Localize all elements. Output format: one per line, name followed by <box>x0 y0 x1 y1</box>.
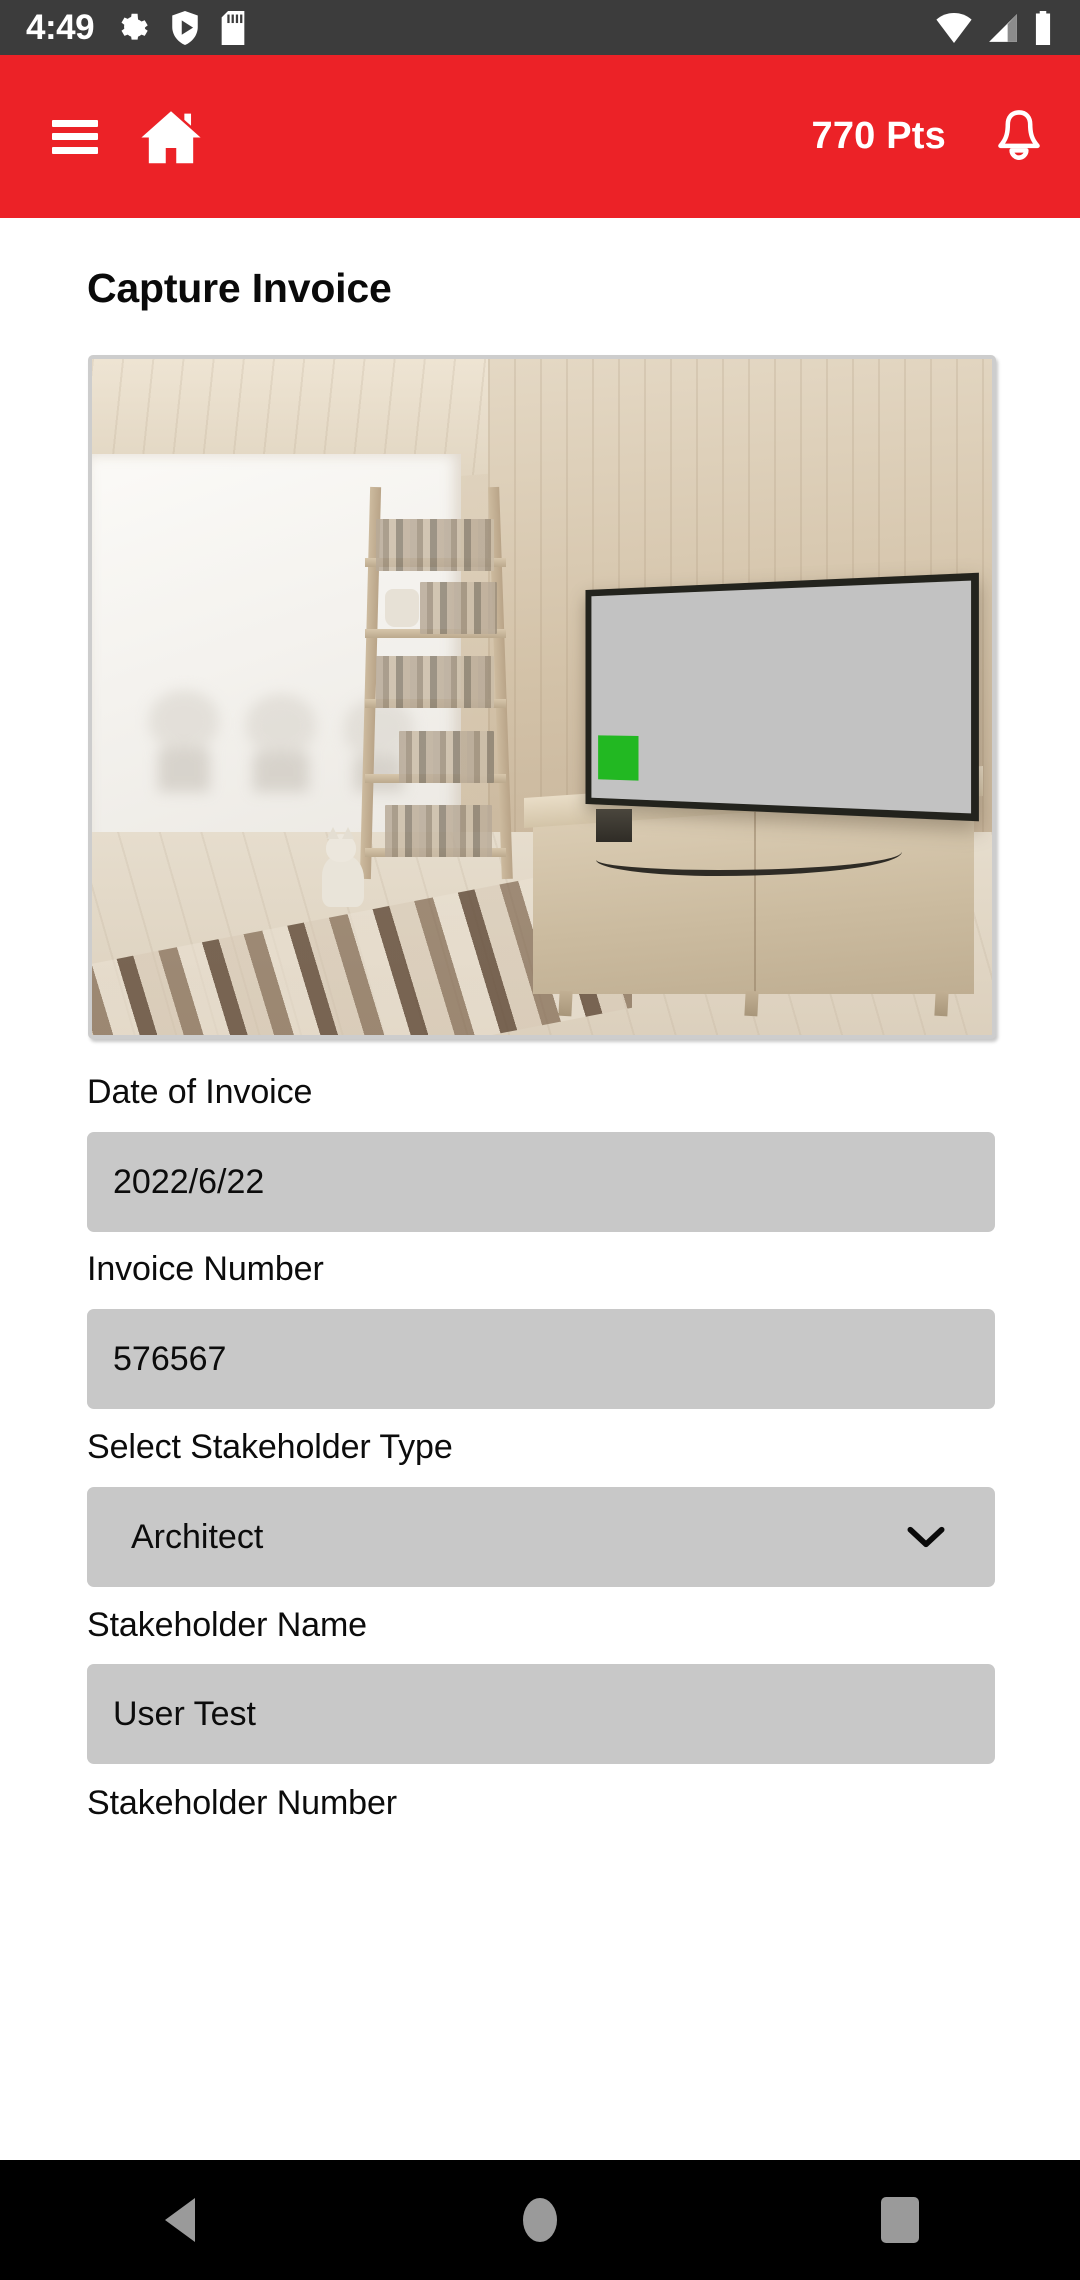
shield-play-icon <box>172 10 198 45</box>
hamburger-menu-icon[interactable] <box>52 119 98 154</box>
home-icon[interactable] <box>140 108 202 166</box>
page-title: Capture Invoice <box>87 265 392 311</box>
back-button[interactable] <box>0 2198 360 2242</box>
invoice-image-preview[interactable] <box>88 355 996 1039</box>
cellular-signal-icon <box>989 13 1017 42</box>
label-date-of-invoice: Date of Invoice <box>87 1073 313 1111</box>
label-invoice-number: Invoice Number <box>87 1250 324 1288</box>
invoice-photo <box>92 359 992 1035</box>
ladder-shelf <box>359 487 513 880</box>
recents-square-icon <box>881 2197 919 2243</box>
value-date-of-invoice: 2022/6/22 <box>113 1162 265 1201</box>
recent-apps-button[interactable] <box>720 2197 1080 2243</box>
input-date-of-invoice[interactable]: 2022/6/22 <box>87 1132 995 1232</box>
home-button[interactable] <box>360 2198 720 2242</box>
status-bar-system-icons <box>934 10 1054 45</box>
value-stakeholder-name: User Test <box>113 1694 256 1733</box>
status-bar-clock: 4:49 <box>26 7 95 47</box>
back-triangle-icon <box>165 2198 195 2242</box>
phone-screen: 4:49 770 Pts Capture Invoice Date of Inv… <box>0 0 1080 2280</box>
tv-test-pattern <box>585 572 979 822</box>
status-bar-notification-icons <box>116 10 246 45</box>
home-circle-icon <box>523 2198 557 2242</box>
label-stakeholder-type: Select Stakeholder Type <box>87 1428 453 1466</box>
chevron-down-icon[interactable] <box>905 1516 947 1558</box>
value-invoice-number: 576567 <box>113 1339 227 1378</box>
input-stakeholder-name[interactable]: User Test <box>87 1664 995 1764</box>
gear-icon <box>121 13 148 40</box>
cat-figure <box>321 826 364 907</box>
select-stakeholder-type[interactable]: Architect <box>87 1487 995 1587</box>
input-invoice-number[interactable]: 576567 <box>87 1309 995 1409</box>
main-content: Capture Invoice Date of Invoice 2022/6/2… <box>0 218 1080 2160</box>
green-calibration-square <box>597 735 638 782</box>
app-bar: 770 Pts <box>0 55 1080 218</box>
wifi-icon <box>936 12 972 43</box>
bell-icon[interactable] <box>992 109 1046 165</box>
points-balance: 770 Pts <box>811 115 946 157</box>
battery-icon <box>1035 10 1051 45</box>
android-navigation-bar <box>0 2160 1080 2280</box>
status-bar: 4:49 <box>0 0 1080 55</box>
label-stakeholder-number: Stakeholder Number <box>87 1784 398 1822</box>
label-stakeholder-name: Stakeholder Name <box>87 1606 367 1644</box>
value-stakeholder-type: Architect <box>131 1517 264 1556</box>
sd-card-icon <box>221 10 245 45</box>
